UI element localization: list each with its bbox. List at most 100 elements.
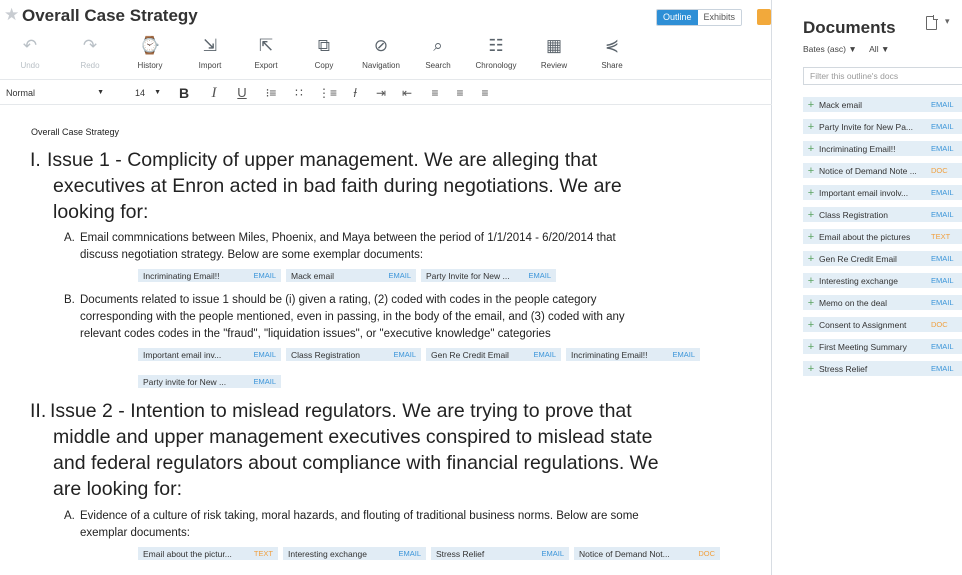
filter-input[interactable]: Filter this outline's docs: [803, 67, 962, 85]
undo-label: Undo: [20, 61, 40, 70]
exhibit-chip[interactable]: Incriminating Email!! EMAIL: [566, 348, 700, 361]
document-item[interactable]: + Email about the pictures TEXT: [803, 229, 962, 244]
tab-outline[interactable]: Outline: [657, 10, 698, 25]
outdent-icon[interactable]: ⇤: [398, 84, 416, 102]
share-button[interactable]: ⋞ Share: [584, 34, 640, 78]
clear-format-icon[interactable]: Ɨ: [346, 84, 364, 102]
issue-2-a-text: exemplar documents:: [80, 527, 190, 539]
underline-button[interactable]: U: [233, 84, 251, 102]
plus-icon[interactable]: +: [803, 187, 819, 199]
document-item[interactable]: + Consent to Assignment DOC: [803, 317, 962, 332]
document-item[interactable]: + Important email involv... EMAIL: [803, 185, 962, 200]
align-center-icon[interactable]: ≡: [451, 84, 469, 102]
plus-icon[interactable]: +: [803, 209, 819, 221]
exhibit-chip[interactable]: Class Registration EMAIL: [286, 348, 421, 361]
exhibit-name: Gen Re Credit Email: [431, 349, 509, 360]
exhibit-chip[interactable]: Important email inv... EMAIL: [138, 348, 281, 361]
tab-exhibits[interactable]: Exhibits: [697, 10, 742, 25]
plus-icon[interactable]: +: [803, 99, 819, 111]
search-label: Search: [425, 61, 451, 70]
issue-1-b-text: relevant codes codes in the "fraud", "li…: [80, 328, 551, 340]
document-item[interactable]: + Incriminating Email!! EMAIL: [803, 141, 962, 156]
share-icon: ⋞: [604, 36, 620, 55]
plus-icon[interactable]: +: [803, 121, 819, 133]
new-document-icon[interactable]: [926, 15, 938, 30]
plus-icon[interactable]: +: [803, 253, 819, 265]
exhibit-chip[interactable]: Incriminating Email!! EMAIL: [138, 269, 281, 282]
exhibit-chip[interactable]: Email about the pictur... TEXT: [138, 547, 278, 560]
numbered-list-icon[interactable]: ⁝≡: [262, 84, 280, 102]
type-filter-select[interactable]: All ▼: [869, 44, 889, 54]
plus-icon[interactable]: +: [803, 319, 819, 331]
plus-icon[interactable]: +: [803, 143, 819, 155]
font-size-select[interactable]: 14 ▼: [135, 85, 161, 101]
align-right-icon[interactable]: ≡: [476, 84, 494, 102]
issue-1-a-text: Email commnications between Miles, Phoen…: [80, 232, 616, 244]
issue-2-line: are looking for:: [53, 478, 182, 500]
outline-content[interactable]: Overall Case Strategy I. Issue 1 - Compl…: [0, 106, 772, 575]
document-item[interactable]: + First Meeting Summary EMAIL: [803, 339, 962, 354]
exhibit-type: EMAIL: [541, 549, 564, 558]
search-button[interactable]: ⌕ Search: [410, 34, 466, 78]
share-label: Share: [601, 61, 623, 70]
star-icon[interactable]: ★: [4, 6, 22, 24]
export-icon: ⇱: [258, 36, 274, 55]
indent-icon[interactable]: ⇥: [372, 84, 390, 102]
navigation-button[interactable]: ⊘ Navigation: [353, 34, 409, 78]
sort-controls: Bates (asc) ▼ All ▼: [803, 44, 889, 54]
font-size-value: 14: [135, 88, 146, 98]
exhibit-chip[interactable]: Mack email EMAIL: [286, 269, 416, 282]
document-item[interactable]: + Memo on the deal EMAIL: [803, 295, 962, 310]
plus-icon[interactable]: +: [803, 341, 819, 353]
outline-root-title: Overall Case Strategy: [31, 127, 120, 137]
history-icon: ⌚: [139, 36, 161, 55]
exhibit-chip[interactable]: Stress Relief EMAIL: [431, 547, 569, 560]
document-type: EMAIL: [931, 188, 954, 197]
document-item[interactable]: + Party Invite for New Pa... EMAIL: [803, 119, 962, 134]
exhibit-type: DOC: [698, 549, 715, 558]
plus-icon[interactable]: +: [803, 297, 819, 309]
document-name: Email about the pictures: [819, 231, 911, 242]
exhibit-chip[interactable]: Party invite for New ... EMAIL: [138, 375, 281, 388]
plus-icon[interactable]: +: [803, 275, 819, 287]
exhibit-chip[interactable]: Party Invite for New ... EMAIL: [421, 269, 556, 282]
item-label: A.: [64, 510, 75, 522]
copy-button[interactable]: ⧉ Copy: [296, 34, 352, 78]
bold-button[interactable]: B: [175, 84, 193, 102]
bullet-list-icon[interactable]: ∷: [290, 84, 308, 102]
review-button[interactable]: ▦ Review: [526, 34, 582, 78]
undo-button[interactable]: ↶ Undo: [2, 34, 58, 78]
document-type: DOC: [931, 320, 948, 329]
exhibit-chip[interactable]: Notice of Demand Not... DOC: [574, 547, 720, 560]
document-name: First Meeting Summary: [819, 341, 907, 352]
redo-button[interactable]: ↷ Redo: [62, 34, 118, 78]
document-item[interactable]: + Stress Relief EMAIL: [803, 361, 962, 376]
exhibit-type: EMAIL: [393, 350, 416, 359]
chronology-button[interactable]: ☷ Chronology: [468, 34, 524, 78]
plus-icon[interactable]: +: [803, 231, 819, 243]
panel-toggle-button[interactable]: [757, 9, 771, 25]
outline-list-icon[interactable]: ⋮≡: [318, 84, 337, 102]
exhibit-type: EMAIL: [528, 271, 551, 280]
exhibit-name: Mack email: [291, 270, 334, 281]
plus-icon[interactable]: +: [803, 165, 819, 177]
history-button[interactable]: ⌚ History: [122, 34, 178, 78]
document-item[interactable]: + Gen Re Credit Email EMAIL: [803, 251, 962, 266]
italic-button[interactable]: I: [205, 84, 223, 102]
import-button[interactable]: ⇲ Import: [182, 34, 238, 78]
chevron-down-icon[interactable]: ▾: [945, 16, 950, 27]
exhibit-chip[interactable]: Gen Re Credit Email EMAIL: [426, 348, 561, 361]
document-item[interactable]: + Interesting exchange EMAIL: [803, 273, 962, 288]
paragraph-style-select[interactable]: Normal ▼: [6, 85, 104, 101]
export-button[interactable]: ⇱ Export: [238, 34, 294, 78]
sort-select[interactable]: Bates (asc) ▼: [803, 44, 857, 54]
document-type: EMAIL: [931, 364, 954, 373]
exhibit-chip[interactable]: Interesting exchange EMAIL: [283, 547, 426, 560]
document-item[interactable]: + Class Registration EMAIL: [803, 207, 962, 222]
plus-icon[interactable]: +: [803, 363, 819, 375]
align-left-icon[interactable]: ≡: [426, 84, 444, 102]
exhibit-type: EMAIL: [388, 271, 411, 280]
document-item[interactable]: + Mack email EMAIL: [803, 97, 962, 112]
document-item[interactable]: + Notice of Demand Note ... DOC: [803, 163, 962, 178]
exhibit-name: Important email inv...: [143, 349, 222, 360]
